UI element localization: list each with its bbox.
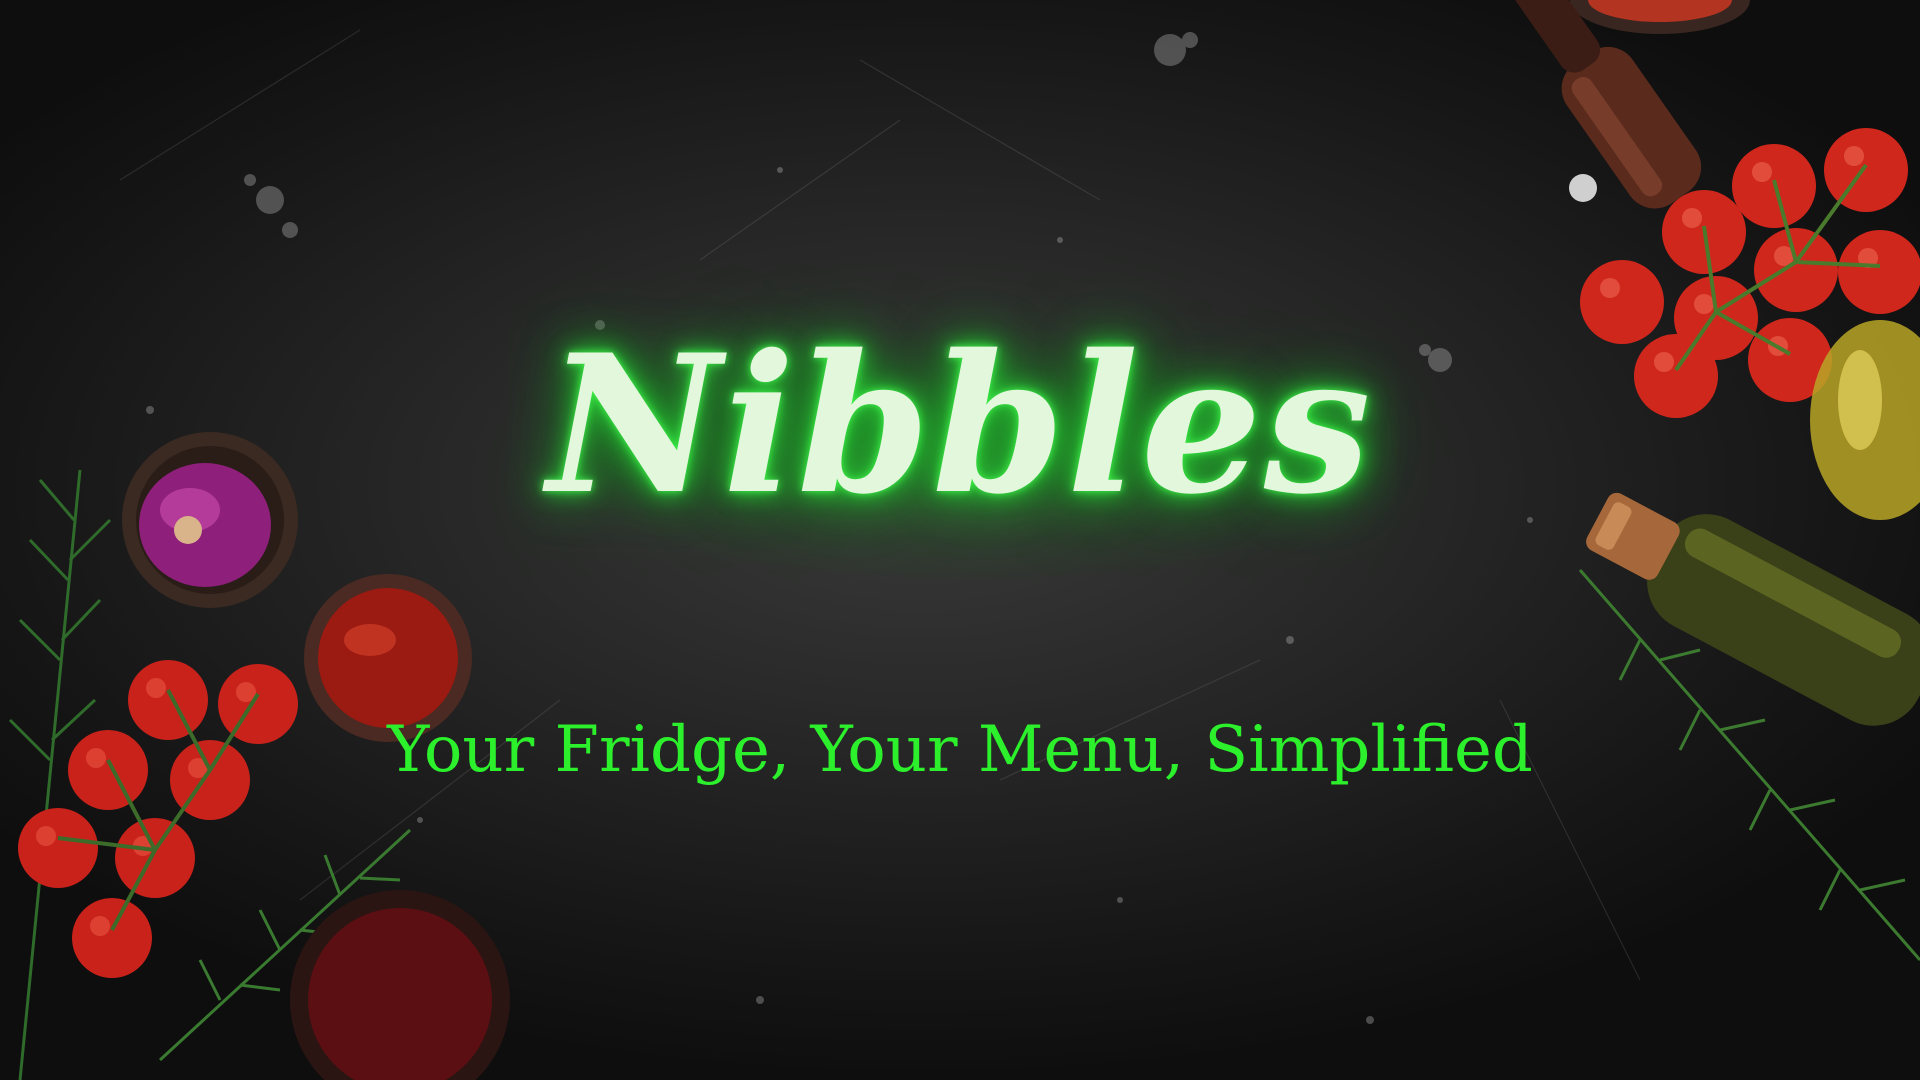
tagline: Your Fridge, Your Menu, Simplified: [387, 713, 1533, 787]
cherry-tomatoes-icon: [18, 660, 298, 978]
hero-banner: Nibbles Your Fridge, Your Menu, Simplifi…: [0, 0, 1920, 1080]
left-ingredients: [8, 432, 510, 1080]
brand-title: Nibbles: [547, 313, 1373, 536]
sauce-bowl-icon: [290, 890, 510, 1080]
